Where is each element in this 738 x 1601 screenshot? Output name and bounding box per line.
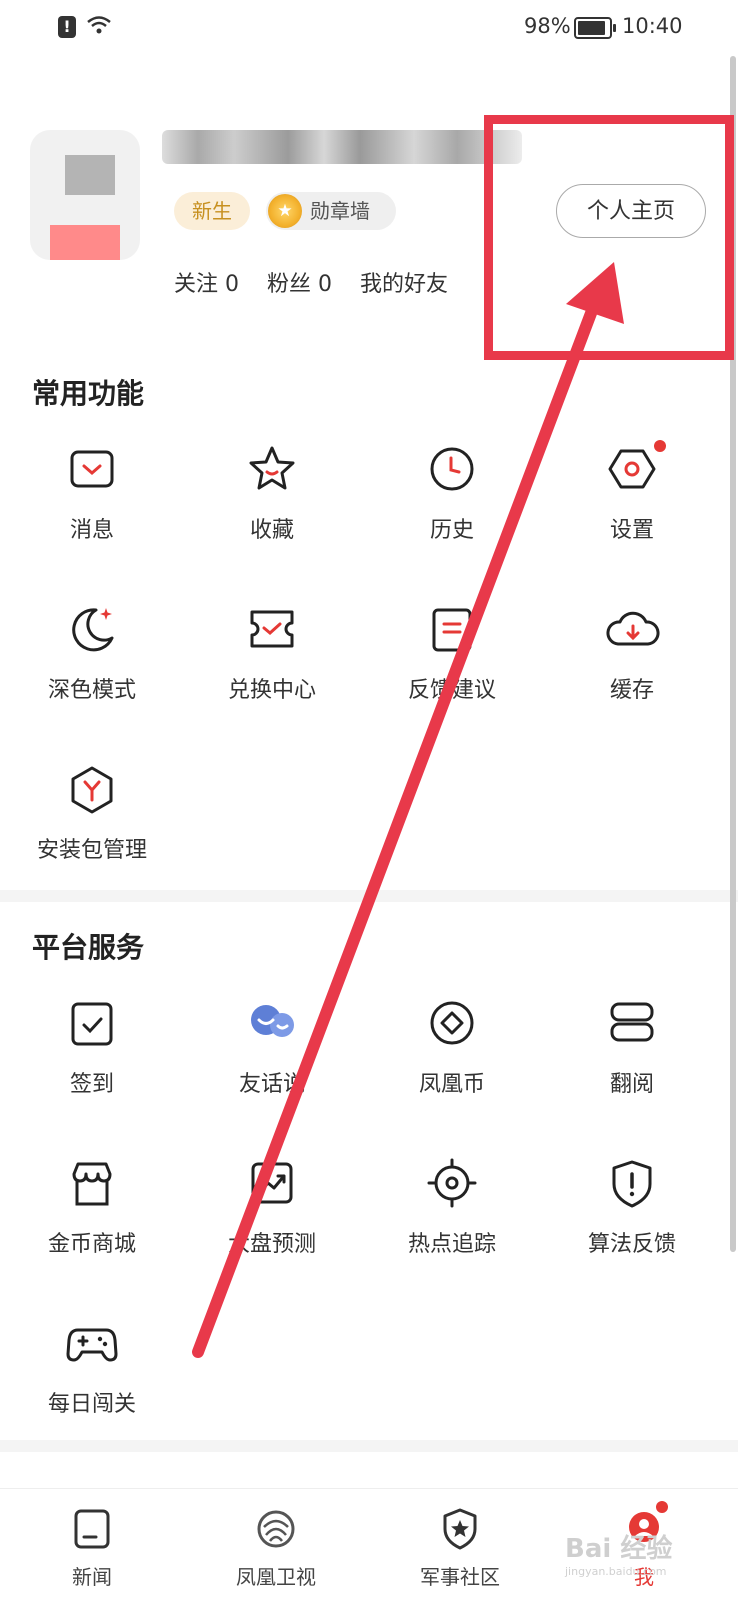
medal-icon xyxy=(268,194,302,228)
notification-dot xyxy=(656,1501,668,1513)
grid-item-label: 翻阅 xyxy=(609,1072,654,1097)
grid-item-label: 设置 xyxy=(609,518,654,543)
grid-item-label: 友话说 xyxy=(238,1072,305,1097)
grid-item-label: 安装包管理 xyxy=(36,838,147,863)
tab-label: 新闻 xyxy=(72,1565,112,1589)
ticket-icon xyxy=(250,610,294,648)
grid-item-favorites[interactable]: 收藏 xyxy=(180,440,364,580)
grid-item-browse[interactable]: 翻阅 xyxy=(540,994,724,1134)
grid-item-label: 热点追踪 xyxy=(407,1232,496,1257)
tab-phoenix-tv[interactable]: 凤凰卫视 xyxy=(184,1489,368,1601)
grid-item-market-forecast[interactable]: 大盘预测 xyxy=(180,1154,364,1294)
grid-item-label: 深色模式 xyxy=(47,678,136,703)
grid-item-friend-talk[interactable]: 友话说 xyxy=(180,994,364,1134)
grid-item-label: 大盘预测 xyxy=(227,1232,316,1257)
phoenix-icon xyxy=(257,1510,295,1548)
grid-item-cache[interactable]: 缓存 xyxy=(540,600,724,740)
grid-item-redeem-center[interactable]: 兑换中心 xyxy=(180,600,364,740)
book-icon xyxy=(610,1002,654,1042)
grid-item-label: 收藏 xyxy=(249,518,294,543)
medal-wall-badge[interactable]: 勋章墙 xyxy=(266,192,396,230)
section-title-platform: 平台服务 xyxy=(32,931,145,964)
my-friends-link[interactable]: 我的好友 xyxy=(360,272,448,297)
notification-dot xyxy=(654,440,666,452)
checkin-icon xyxy=(71,1002,113,1046)
grid-item-label: 缓存 xyxy=(609,678,654,703)
alert-icon: ! xyxy=(58,16,76,38)
grid-item-label: 算法反馈 xyxy=(587,1232,676,1257)
grid-item-label: 签到 xyxy=(69,1072,114,1097)
tab-military-community[interactable]: 军事社区 xyxy=(368,1489,552,1601)
wifi-icon xyxy=(87,16,111,34)
section-title-common: 常用功能 xyxy=(32,377,145,410)
tab-label: 凤凰卫视 xyxy=(236,1565,316,1589)
grid-item-label: 每日闯关 xyxy=(47,1392,136,1417)
grid-item-label: 金币商城 xyxy=(47,1232,136,1257)
battery-percent: 98% xyxy=(524,14,571,38)
status-bar: ! 98% 10:40 xyxy=(0,0,738,56)
grid-item-message[interactable]: 消息 xyxy=(0,440,184,580)
grid-item-feedback[interactable]: 反馈建议 xyxy=(360,600,544,740)
follow-count[interactable]: 关注 0 xyxy=(174,272,239,297)
shield-alert-icon xyxy=(612,1160,652,1208)
grid-item-hot-tracking[interactable]: 热点追踪 xyxy=(360,1154,544,1294)
cloud-download-icon xyxy=(606,611,660,646)
gamepad-icon xyxy=(66,1328,118,1362)
section-divider xyxy=(0,1440,738,1452)
grid-item-coin-mall[interactable]: 金币商城 xyxy=(0,1154,184,1294)
nickname-blurred xyxy=(162,130,522,164)
news-icon xyxy=(74,1509,110,1549)
grid-item-label: 反馈建议 xyxy=(407,678,496,703)
target-icon xyxy=(427,1158,477,1208)
profile-stats: 关注 0 粉丝 0 我的好友 xyxy=(174,266,476,298)
battery-icon xyxy=(574,17,616,39)
medal-wall-label: 勋章墙 xyxy=(310,199,370,223)
grid-item-dark-mode[interactable]: 深色模式 xyxy=(0,600,184,740)
grid-item-settings[interactable]: 设置 xyxy=(540,440,724,580)
grid-item-label: 历史 xyxy=(429,518,474,543)
clock-icon xyxy=(430,447,474,491)
grid-item-history[interactable]: 历史 xyxy=(360,440,544,580)
grid-item-algorithm-feedback[interactable]: 算法反馈 xyxy=(540,1154,724,1294)
clock-time: 10:40 xyxy=(622,14,683,38)
tab-news[interactable]: 新闻 xyxy=(0,1489,184,1601)
star-icon xyxy=(249,446,295,490)
grid-item-label: 兑换中心 xyxy=(227,678,316,703)
military-shield-icon xyxy=(443,1508,477,1550)
badge-new[interactable]: 新生 xyxy=(174,192,250,230)
message-icon xyxy=(70,450,114,488)
annotation-highlight-box xyxy=(484,115,734,360)
grid-item-label: 消息 xyxy=(69,518,114,543)
chat-bubbles-icon xyxy=(251,1005,294,1037)
settings-icon xyxy=(608,449,656,489)
package-icon xyxy=(71,766,113,814)
store-icon xyxy=(72,1162,112,1206)
grid-item-package-manager[interactable]: 安装包管理 xyxy=(0,760,184,900)
grid-item-label: 凤凰币 xyxy=(418,1072,485,1097)
moon-icon xyxy=(72,608,114,652)
trend-icon xyxy=(251,1162,293,1204)
coin-icon xyxy=(430,1001,474,1045)
grid-item-checkin[interactable]: 签到 xyxy=(0,994,184,1134)
avatar[interactable] xyxy=(30,130,140,260)
section-divider xyxy=(0,890,738,902)
watermark-logo: Bai 经验 jingyan.baidu.com xyxy=(565,1534,673,1578)
grid-item-daily-challenge[interactable]: 每日闯关 xyxy=(0,1314,184,1454)
fans-count[interactable]: 粉丝 0 xyxy=(267,272,332,297)
grid-item-phoenix-coin[interactable]: 凤凰币 xyxy=(360,994,544,1134)
tab-label: 军事社区 xyxy=(420,1565,500,1589)
feedback-icon xyxy=(432,608,472,652)
